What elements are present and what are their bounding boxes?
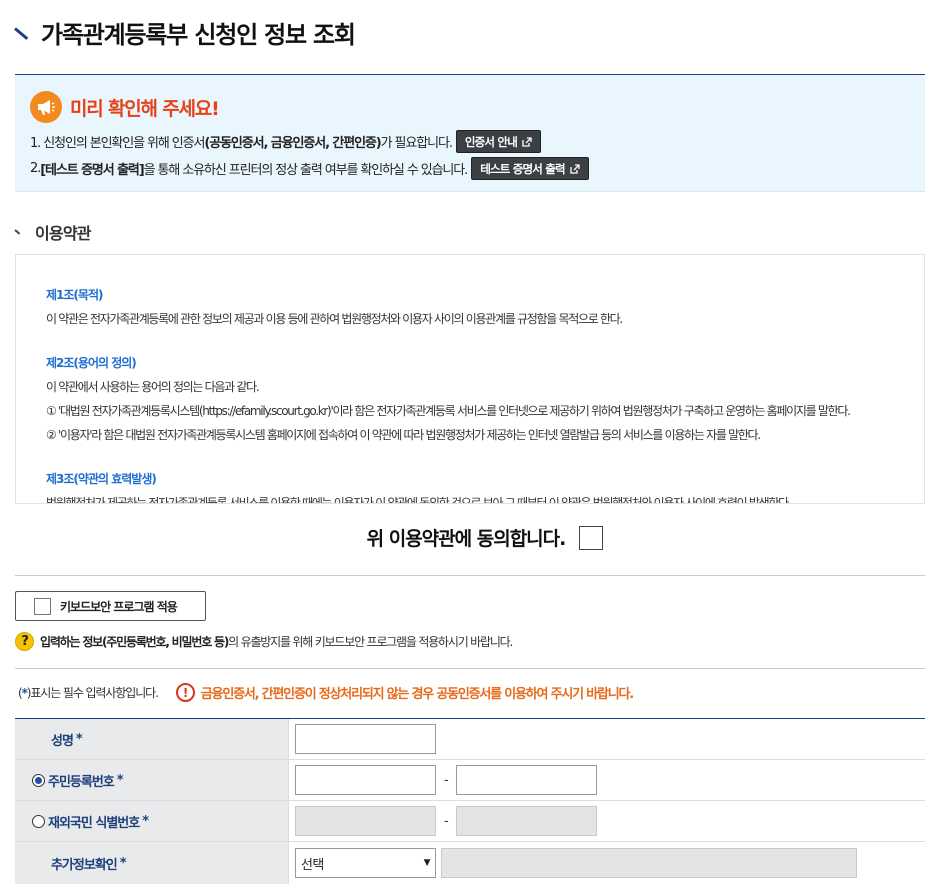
extra-info-field-cell: 선택 ▼ — [288, 842, 925, 884]
extra-info-select-value: 선택 — [301, 857, 324, 873]
form-row-rrn: 주민등록번호 * - — [15, 760, 925, 801]
terms-section-title: 이용약관 — [35, 224, 91, 243]
form-row-extra-info: 추가정보확인 * 선택 ▼ — [15, 842, 925, 884]
required-star: * — [116, 772, 124, 788]
question-icon: ? — [15, 632, 34, 651]
keyboard-note-bold: 입력하는 정보(주민등록번호, 비밀번호 등) — [40, 635, 229, 649]
notice-line-1-suffix: 가 필요합니다. — [380, 136, 453, 151]
name-label-text: 성명 — [51, 733, 74, 749]
term-article-2-title: 제2조(용어의 정의) — [46, 356, 137, 370]
keyboard-security-note: ? 입력하는 정보(주민등록번호, 비밀번호 등) 의 유출방지를 위해 키보드… — [15, 632, 513, 651]
notice-line-1-prefix: 1. 신청인의 본인확인을 위해 인증서 — [30, 136, 205, 151]
term-article-3-title: 제3조(약관의 효력발생) — [46, 472, 157, 486]
form-row-foreign-id: 재외국민 식별번호 * - — [15, 801, 925, 842]
term-article-1-text: 이 약관은 전자가족관계등록에 관한 정보의 제공과 이용 등에 관하여 법원행… — [46, 312, 623, 326]
terms-agree-row: 위 이용약관에 동의합니다. — [0, 524, 930, 551]
page-title: 가족관계등록부 신청인 정보 조회 — [41, 20, 356, 49]
notice-line-2-suffix: 을 통해 소유하신 프린터의 정상 출력 여부를 확인하실 수 있습니다. — [143, 163, 469, 178]
extra-info-label-text: 추가정보확인 — [51, 857, 118, 873]
external-link-icon — [570, 163, 580, 174]
certificate-guide-button[interactable]: 인증서 안내 — [455, 130, 541, 153]
name-field-cell — [288, 719, 925, 759]
name-input[interactable] — [295, 724, 436, 754]
foreign-id-field-cell: - — [288, 801, 925, 841]
test-certificate-print-label: 테스트 증명서 출력 — [480, 161, 565, 176]
name-label: 성명 * — [15, 719, 288, 759]
chevron-down-icon: ▼ — [423, 858, 431, 868]
terms-scroll-box[interactable]: 제1조(목적) 이 약관은 전자가족관계등록에 관한 정보의 제공과 이용 등에… — [15, 254, 925, 504]
foreign-id-dash: - — [443, 813, 449, 829]
notice-box: 미리 확인해 주세요! 1. 신청인의 본인확인을 위해 인증서 (공동인증서,… — [15, 74, 925, 192]
term-article-3-text: 법원행정처가 제공하는 전자가족관계등록 서비스를 이용한 때에는 이용자가 이… — [46, 496, 792, 504]
terms-section-header: 이용약관 — [15, 220, 91, 244]
required-star: * — [142, 813, 149, 829]
certificate-warning: 금융인증서, 간편인증이 정상처리되지 않는 경우 공동인증서를 이용하여 주시… — [200, 687, 634, 702]
notice-line-1-bold: (공동인증서, 금융인증서, 간편인증) — [204, 136, 381, 151]
foreign-id-front-input — [295, 806, 436, 836]
rrn-back-input[interactable] — [456, 765, 597, 795]
rrn-radio[interactable] — [32, 773, 45, 787]
required-note-row: (*)표시는 필수 입력사항입니다. ! 금융인증서, 간편인증이 정상처리되지… — [18, 683, 634, 702]
notice-title: 미리 확인해 주세요! — [70, 97, 220, 120]
rrn-front-input[interactable] — [295, 765, 436, 795]
required-note: (*)표시는 필수 입력사항입니다. — [18, 684, 159, 701]
divider — [15, 575, 925, 576]
required-star: * — [75, 731, 83, 747]
rrn-field-cell: - — [288, 760, 925, 800]
notice-header: 미리 확인해 주세요! — [30, 91, 220, 123]
page-header: 가족관계등록부 신청인 정보 조회 — [15, 14, 356, 50]
terms-agree-checkbox[interactable] — [579, 525, 604, 550]
term-article-1-title: 제1조(목적) — [46, 288, 103, 302]
megaphone-icon — [30, 91, 62, 123]
exclamation-icon: ! — [175, 683, 195, 702]
term-article-2-text: 이 약관에서 사용하는 용어의 정의는 다음과 같다. — [46, 380, 260, 394]
notice-line-2: 2. [테스트 증명서 출력] 을 통해 소유하신 프린터의 정상 출력 여부를… — [30, 157, 589, 180]
extra-info-label: 추가정보확인 * — [15, 842, 288, 884]
keyboard-security-button[interactable]: 키보드보안 프로그램 적용 — [15, 591, 206, 621]
required-star: * — [119, 855, 127, 871]
notice-line-2-prefix: 2. — [30, 161, 41, 176]
required-note-suffix: )표시는 필수 입력사항입니다. — [26, 686, 159, 700]
foreign-id-back-input — [456, 806, 597, 836]
term-article-2-item-2: ② '이용자'라 함은 대법원 전자가족관계등록시스템 홈페이지에 접속하여 이… — [46, 428, 761, 442]
keyboard-security-label: 키보드보안 프로그램 적용 — [60, 599, 178, 614]
extra-info-select[interactable]: 선택 ▼ — [295, 848, 436, 878]
terms-agree-label: 위 이용약관에 동의합니다. — [366, 528, 567, 550]
title-slash-icon — [15, 25, 31, 39]
test-certificate-print-button[interactable]: 테스트 증명서 출력 — [471, 157, 589, 180]
notice-line-1: 1. 신청인의 본인확인을 위해 인증서 (공동인증서, 금융인증서, 간편인증… — [30, 130, 541, 153]
external-link-icon — [522, 136, 532, 147]
rrn-dash: - — [443, 772, 449, 788]
notice-line-2-bold: [테스트 증명서 출력] — [40, 163, 145, 178]
divider — [15, 668, 925, 669]
foreign-id-label[interactable]: 재외국민 식별번호 * — [15, 801, 288, 841]
rrn-label[interactable]: 주민등록번호 * — [15, 760, 288, 800]
extra-info-input — [441, 848, 857, 878]
foreign-id-label-text: 재외국민 식별번호 — [48, 815, 140, 831]
applicant-form: 성명 * 주민등록번호 * - 재외국민 식별번호 * - 추가정보확인 * 선… — [15, 718, 925, 884]
keyboard-security-checkbox[interactable] — [34, 597, 51, 615]
keyboard-note-rest: 의 유출방지를 위해 키보드보안 프로그램을 적용하시기 바랍니다. — [228, 635, 513, 649]
rrn-label-text: 주민등록번호 — [48, 774, 115, 790]
form-row-name: 성명 * — [15, 719, 925, 760]
term-article-2-item-1: ① '대법원 전자가족관계등록시스템(https://efamily.scour… — [46, 404, 851, 418]
certificate-guide-label: 인증서 안내 — [464, 134, 518, 149]
section-tick-icon — [15, 229, 23, 235]
foreign-id-radio[interactable] — [32, 814, 45, 828]
